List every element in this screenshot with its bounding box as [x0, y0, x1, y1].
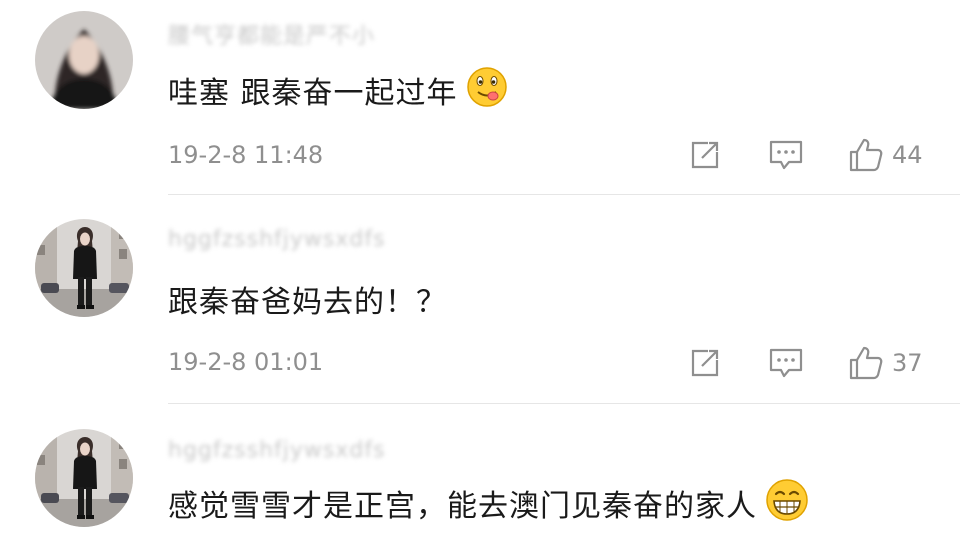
reply-button[interactable] — [768, 135, 804, 175]
comment-actions: 44 — [688, 135, 948, 175]
share-icon — [691, 349, 719, 377]
thumbs-up-icon — [849, 346, 883, 380]
reply-button[interactable] — [768, 343, 804, 383]
like-button[interactable]: 37 — [848, 343, 923, 383]
repost-button[interactable] — [688, 343, 722, 383]
comment-actions: 37 — [688, 343, 948, 383]
comment-icon — [769, 140, 803, 170]
comment-text: 哇塞 跟秦奋一起过年 — [168, 66, 508, 111]
divider — [168, 403, 960, 404]
thumbs-up-icon — [849, 138, 883, 172]
comment-text: 跟秦奋爸妈去的！？ — [168, 277, 447, 320]
like-button[interactable]: 44 — [848, 135, 923, 175]
comment-item: hggfzsshfjywsxdfs 感觉雪雪才是正宫，能去澳门见秦奋的家人 — [0, 405, 960, 542]
comment-text: 感觉雪雪才是正宫，能去澳门见秦奋的家人 — [168, 478, 809, 525]
timestamp: 19-2-8 01:01 — [168, 348, 324, 376]
username[interactable]: hggfzsshfjywsxdfs — [168, 438, 386, 464]
comment-text-body: 跟秦奋爸妈去的！？ — [168, 285, 447, 320]
grinning-face-emoji — [765, 478, 809, 530]
username[interactable]: 腰气亨都能是严不小 — [168, 18, 375, 49]
timestamp: 19-2-8 11:48 — [168, 141, 324, 169]
username[interactable]: hggfzsshfjywsxdfs — [168, 227, 386, 253]
avatar[interactable] — [35, 429, 133, 527]
repost-button[interactable] — [688, 135, 722, 175]
avatar[interactable] — [35, 11, 133, 109]
like-count: 44 — [892, 141, 923, 169]
share-icon — [691, 141, 719, 169]
comment-text-body: 感觉雪雪才是正宫，能去澳门见秦奋的家人 — [168, 489, 757, 524]
avatar[interactable] — [35, 219, 133, 317]
drooling-face-emoji — [466, 66, 508, 116]
comment-text-body: 哇塞 跟秦奋一起过年 — [168, 76, 458, 111]
comment-item: hggfzsshfjywsxdfs 跟秦奋爸妈去的！？ 19-2-8 01:01 — [0, 195, 960, 405]
comment-item: 腰气亨都能是严不小 哇塞 跟秦奋一起过年 19-2-8 11:48 44 — [0, 0, 960, 195]
like-count: 37 — [892, 349, 923, 377]
comment-icon — [769, 348, 803, 378]
